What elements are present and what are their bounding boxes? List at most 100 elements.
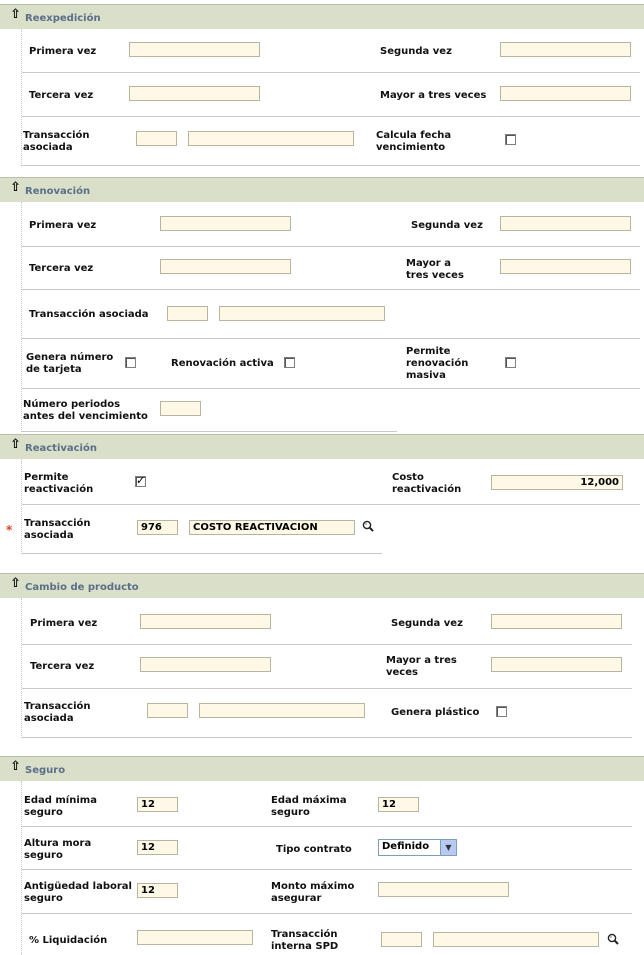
section-title: Renovación	[25, 186, 91, 197]
checkbox-permite-masiva[interactable]	[505, 357, 516, 368]
label-monto-maximo: Monto máximo asegurar	[271, 881, 355, 904]
magnifier-icon[interactable]	[607, 933, 619, 945]
magnifier-icon[interactable]	[362, 520, 374, 532]
required-marker: *	[6, 523, 13, 537]
divider	[21, 29, 22, 166]
input-transaccion-desc[interactable]	[188, 131, 354, 146]
collapse-arrow-icon[interactable]: ⇧	[10, 760, 21, 773]
collapse-arrow-icon[interactable]: ⇧	[10, 181, 21, 194]
checkbox-genera-plastico[interactable]	[496, 706, 507, 717]
label-renovacion-activa: Renovación activa	[171, 358, 274, 369]
input-tercera-vez[interactable]	[129, 86, 260, 101]
label-calcula-fecha: Calcula fecha vencimiento	[376, 130, 452, 153]
label-liquidacion: % Liquidación	[29, 935, 108, 946]
input-numero-periodos[interactable]	[160, 401, 201, 416]
divider	[21, 781, 22, 955]
chevron-down-icon[interactable]: ▼	[440, 840, 456, 855]
input-transaccion-spd-code[interactable]	[381, 932, 422, 947]
input-liquidacion[interactable]	[137, 930, 253, 945]
label-mayor-tres: Mayor a tres veces	[406, 258, 464, 281]
label-transaccion: Transacción asociada	[24, 701, 91, 724]
section-header-cambio-producto[interactable]: ⇧ Cambio de producto	[0, 573, 644, 598]
input-transaccion-code[interactable]: 976	[137, 520, 178, 535]
input-primera-vez[interactable]	[129, 42, 260, 57]
select-tipo-contrato[interactable]: Definido ▼	[378, 839, 457, 856]
divider	[22, 504, 640, 505]
label-segunda-vez: Segunda vez	[380, 46, 452, 57]
label-tercera-vez: Tercera vez	[30, 661, 95, 672]
label-altura-mora: Altura mora seguro	[24, 838, 92, 861]
divider	[22, 913, 632, 914]
input-transaccion-code[interactable]	[136, 131, 177, 146]
input-transaccion-code[interactable]	[147, 703, 188, 718]
section-title: Reactivación	[25, 443, 97, 454]
label-permite-reactivacion: Permite reactivación	[24, 472, 94, 495]
label-tercera-vez: Tercera vez	[29, 90, 94, 101]
input-tercera-vez[interactable]	[160, 259, 291, 274]
divider	[22, 72, 640, 73]
collapse-arrow-icon[interactable]: ⇧	[10, 438, 21, 451]
input-edad-maxima[interactable]: 12	[378, 797, 419, 812]
divider	[22, 388, 640, 389]
label-primera-vez: Primera vez	[29, 46, 97, 57]
divider	[22, 644, 632, 645]
input-transaccion-code[interactable]	[167, 306, 208, 321]
label-permite-masiva: Permite renovación masiva	[406, 346, 469, 381]
input-primera-vez[interactable]	[160, 216, 291, 231]
divider	[21, 202, 22, 432]
label-mayor-tres: Mayor a tres veces	[380, 90, 487, 101]
checkbox-permite-reactivacion[interactable]	[135, 474, 146, 487]
checkbox-renovacion-activa[interactable]	[284, 357, 295, 368]
divider	[21, 598, 22, 738]
divider	[22, 688, 632, 689]
input-edad-minima[interactable]: 12	[137, 797, 178, 812]
label-segunda-vez: Segunda vez	[391, 618, 463, 629]
input-antiguedad[interactable]: 12	[137, 883, 178, 898]
input-mayor-tres[interactable]	[500, 259, 631, 274]
divider	[22, 737, 632, 738]
divider	[22, 431, 397, 432]
divider	[21, 459, 22, 554]
collapse-arrow-icon[interactable]: ⇧	[10, 577, 21, 590]
label-mayor-tres: Mayor a tres veces	[386, 655, 457, 678]
input-costo-reactivacion[interactable]: 12,000	[491, 475, 623, 490]
input-mayor-tres[interactable]	[500, 86, 631, 101]
divider	[22, 869, 632, 870]
divider	[22, 165, 640, 166]
input-mayor-tres[interactable]	[491, 657, 622, 672]
label-primera-vez: Primera vez	[29, 220, 97, 231]
section-header-reexpedicion[interactable]: ⇧ Reexpedición	[0, 4, 644, 29]
input-monto-maximo[interactable]	[378, 882, 509, 897]
divider	[22, 338, 640, 339]
input-transaccion-desc[interactable]	[199, 703, 365, 718]
collapse-arrow-icon[interactable]: ⇧	[10, 8, 21, 21]
checkbox-calcula-fecha[interactable]	[505, 134, 516, 145]
label-segunda-vez: Segunda vez	[411, 220, 483, 231]
select-value: Definido	[382, 841, 430, 852]
section-header-seguro[interactable]: ⇧ Seguro	[0, 756, 644, 781]
label-tercera-vez: Tercera vez	[29, 263, 94, 274]
input-transaccion-desc[interactable]: COSTO REACTIVACION	[189, 520, 355, 535]
section-title: Cambio de producto	[25, 582, 139, 593]
label-transaccion: Transacción asociada	[23, 130, 90, 153]
section-header-renovacion[interactable]: ⇧ Renovación	[0, 177, 644, 202]
input-segunda-vez[interactable]	[491, 614, 622, 629]
label-edad-minima: Edad mínima seguro	[24, 795, 97, 818]
label-genera-numero: Genera número de tarjeta	[26, 352, 114, 375]
label-tipo-contrato: Tipo contrato	[276, 844, 352, 855]
input-transaccion-desc[interactable]	[219, 306, 385, 321]
section-title: Seguro	[25, 765, 66, 776]
divider	[22, 246, 640, 247]
divider	[22, 826, 632, 827]
divider	[22, 289, 640, 290]
input-altura-mora[interactable]: 12	[137, 840, 178, 855]
label-transaccion-spd: Transacción interna SPD	[271, 929, 339, 952]
input-segunda-vez[interactable]	[500, 216, 631, 231]
checkbox-genera-numero[interactable]	[125, 357, 136, 368]
input-tercera-vez[interactable]	[140, 657, 271, 672]
label-edad-maxima: Edad máxima seguro	[271, 795, 347, 818]
section-header-reactivacion[interactable]: ⇧ Reactivación	[0, 434, 644, 459]
input-transaccion-spd-desc[interactable]	[433, 932, 599, 947]
input-segunda-vez[interactable]	[500, 42, 631, 57]
input-primera-vez[interactable]	[140, 614, 271, 629]
